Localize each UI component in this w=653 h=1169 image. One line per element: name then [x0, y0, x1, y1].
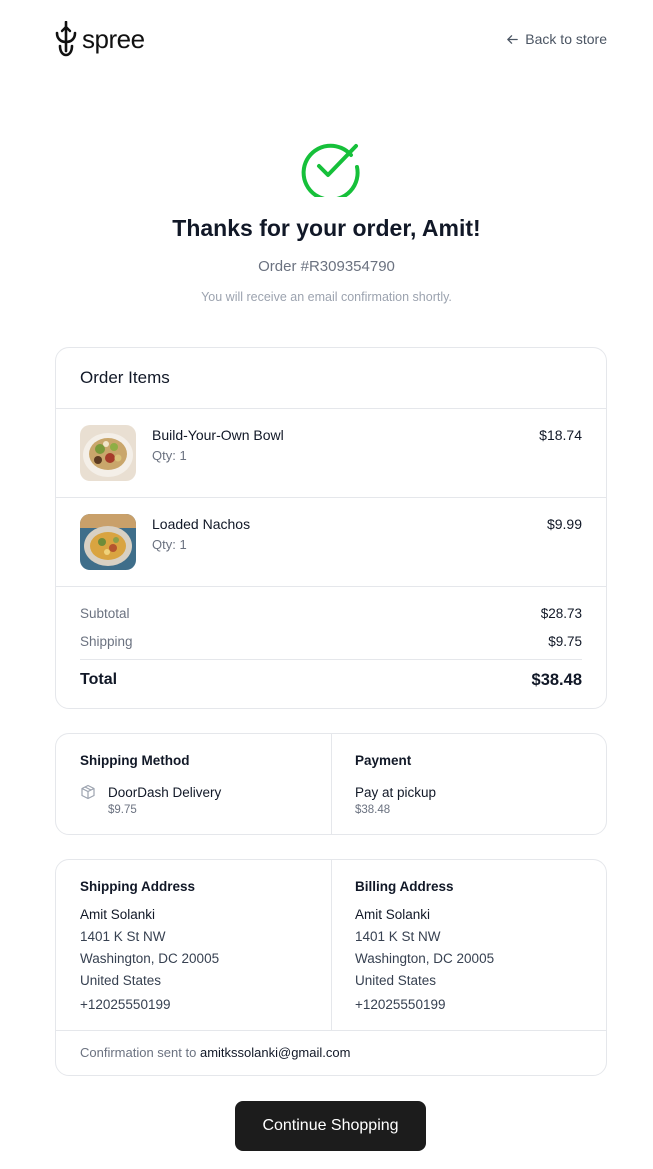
- total-row: Total $38.48: [80, 671, 582, 689]
- payment-method-name: Pay at pickup: [355, 785, 437, 800]
- address-card: Shipping Address Amit Solanki 1401 K St …: [55, 859, 607, 1076]
- item-price: $9.99: [546, 516, 582, 532]
- billing-address-line1: 1401 K St NW: [355, 929, 441, 944]
- subtotal-label: Subtotal: [80, 606, 130, 621]
- billing-address-name: Amit Solanki: [355, 907, 431, 922]
- shipping-address-name: Amit Solanki: [80, 907, 156, 922]
- shipping-method-price: $9.75: [108, 804, 137, 816]
- shipping-address-phone: +12025550199: [80, 997, 171, 1012]
- order-item: Loaded Nachos Qty: 1 $9.99: [56, 498, 606, 587]
- order-item: Build-Your-Own Bowl Qty: 1 $18.74: [56, 409, 606, 498]
- brand-name: spree: [82, 23, 145, 54]
- shipping-label: Shipping: [80, 634, 133, 649]
- divider: [56, 1030, 606, 1031]
- order-items-card: Order Items Build-Your-Own Bowl Qty: 1 $…: [55, 347, 607, 709]
- shipping-address-title: Shipping Address: [80, 879, 196, 894]
- shipping-address-country: United States: [80, 973, 162, 988]
- total-label: Total: [80, 671, 118, 688]
- order-number: Order #R309354790: [258, 258, 395, 275]
- divider: [80, 659, 582, 660]
- divider: [56, 586, 606, 587]
- header: spree Back to store: [55, 20, 607, 60]
- package-icon: [81, 784, 95, 800]
- billing-address-phone: +12025550199: [355, 997, 446, 1012]
- confirmation-sent-prefix: Confirmation sent to: [80, 1045, 197, 1060]
- item-quantity: Qty: 1: [152, 448, 187, 463]
- total-value: $38.48: [531, 671, 582, 689]
- page-title: Thanks for your order, Amit!: [172, 215, 481, 241]
- shipping-address-line2: Washington, DC 20005: [80, 951, 220, 966]
- shipping-value: $9.75: [548, 634, 582, 649]
- order-items-title: Order Items: [80, 368, 170, 387]
- divider: [331, 860, 332, 1030]
- payment-amount: $38.48: [355, 804, 391, 816]
- divider: [331, 734, 332, 834]
- payment-title: Payment: [355, 753, 412, 768]
- continue-shopping-button[interactable]: Continue Shopping: [235, 1101, 426, 1151]
- shipping-address-line1: 1401 K St NW: [80, 929, 166, 944]
- billing-address-line2: Washington, DC 20005: [355, 951, 495, 966]
- billing-address-country: United States: [355, 973, 437, 988]
- billing-address-title: Billing Address: [355, 879, 454, 894]
- email-confirmation-note: You will receive an email confirmation s…: [201, 290, 452, 304]
- subtotal-row: Subtotal $28.73: [80, 606, 582, 621]
- brand-logo[interactable]: spree: [55, 20, 145, 60]
- item-name: Build-Your-Own Bowl: [152, 427, 284, 443]
- confirmation-sent-text: Confirmation sent to amitkssolanki@gmail…: [80, 1045, 350, 1060]
- item-price: $18.74: [539, 427, 582, 443]
- arrow-left-icon: [507, 34, 519, 44]
- item-image-nachos: [80, 514, 136, 570]
- item-name: Loaded Nachos: [152, 516, 251, 532]
- shipping-payment-card: Shipping Method DoorDash Delivery $9.75 …: [55, 733, 607, 835]
- back-to-store-label: Back to store: [525, 31, 607, 47]
- shipping-row: Shipping $9.75: [80, 634, 582, 649]
- shipping-method-title: Shipping Method: [80, 753, 190, 768]
- subtotal-value: $28.73: [540, 606, 582, 621]
- shipping-method-name: DoorDash Delivery: [108, 785, 222, 800]
- back-to-store-link[interactable]: Back to store: [506, 31, 607, 47]
- item-image-bowl: [80, 425, 136, 481]
- confirmation-email: amitkssolanki@gmail.com: [199, 1045, 351, 1060]
- item-quantity: Qty: 1: [152, 537, 187, 552]
- success-check-icon: [301, 143, 360, 197]
- spree-logo-icon: [55, 21, 77, 57]
